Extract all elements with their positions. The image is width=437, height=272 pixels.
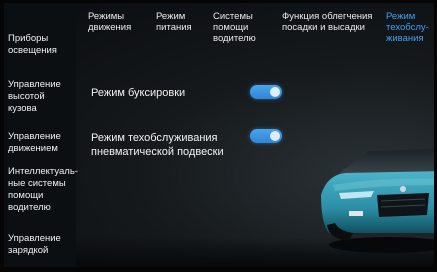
tab-driver-assist[interactable]: Системы помощи водителю [213, 11, 265, 44]
towing-mode-label: Режим буксировки [91, 87, 186, 99]
air-suspension-maintenance-toggle[interactable] [250, 129, 282, 143]
sidebar-item-charging[interactable]: Управление зарядкой [8, 233, 74, 257]
air-suspension-maintenance-label: Режим техобслуживания пневматической под… [91, 132, 224, 158]
tab-maintenance[interactable]: Режим техобслу-живания [386, 11, 434, 44]
sidebar: Приборы освещения Управление высотой куз… [4, 3, 78, 267]
car-illustration [319, 133, 434, 253]
toggle-knob [270, 131, 280, 141]
sidebar-item-driver-assist[interactable]: Интеллектуаль-ные системы помощи водител… [8, 166, 78, 214]
settings-screen: Приборы освещения Управление высотой куз… [0, 0, 437, 272]
top-tabs: Режимы движения Режим питания Системы по… [76, 3, 434, 61]
sidebar-item-body-height[interactable]: Управление высотой кузова [8, 79, 74, 115]
sidebar-item-driving-control[interactable]: Управление движением [8, 131, 74, 155]
towing-mode-toggle[interactable] [250, 85, 282, 99]
sidebar-item-lighting[interactable]: Приборы освещения [8, 33, 74, 57]
car-icon [321, 149, 434, 253]
tab-power-mode[interactable]: Режим питания [156, 11, 200, 33]
tab-driving-modes[interactable]: Режимы движения [88, 11, 140, 33]
tab-entry-exit[interactable]: Функция облегчения посадки и высадки [282, 11, 382, 33]
toggle-knob [270, 87, 280, 97]
floor-shadow [76, 237, 434, 267]
